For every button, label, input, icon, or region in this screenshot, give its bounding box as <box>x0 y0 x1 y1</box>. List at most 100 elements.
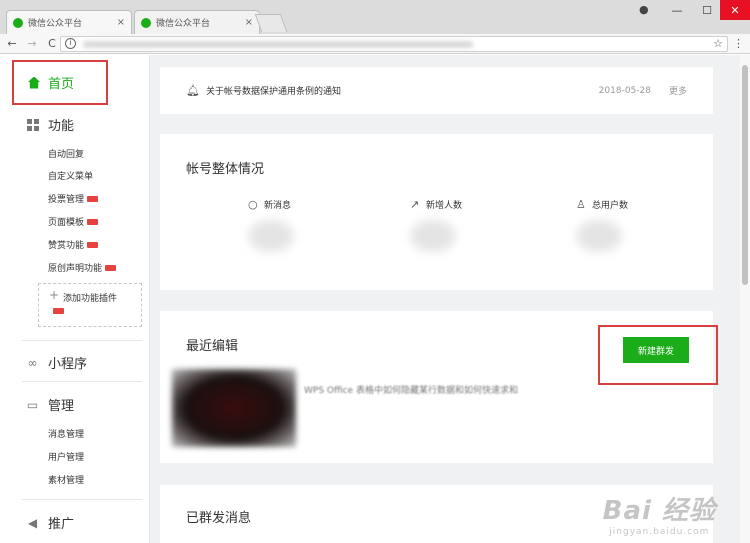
sidebar-item-vote[interactable]: 投票管理 <box>48 192 99 205</box>
stat-label: 总用户数 <box>592 201 629 211</box>
chat-icon: ○ <box>248 198 258 211</box>
watermark-url: jingyan.baidu.com <box>609 527 710 537</box>
sidebar-item-label: 赞赏功能 <box>48 241 85 251</box>
maximize-button[interactable]: ☐ <box>692 0 722 20</box>
sidebar-item-label: 自定义菜单 <box>48 172 94 182</box>
sidebar-item-label: 投票管理 <box>48 195 85 205</box>
notice-more-link[interactable]: 更多 <box>669 84 687 97</box>
stat-value-blurred <box>410 220 456 252</box>
megaphone-icon: ◀ <box>27 515 38 530</box>
article-thumbnail[interactable] <box>172 369 296 447</box>
stat-value-blurred <box>576 220 622 252</box>
sidebar-item-label: 自动回复 <box>48 150 85 160</box>
tab-title: 微信公众平台 <box>156 19 211 29</box>
stat-new-followers[interactable]: ↗ 新增人数 <box>410 198 500 252</box>
page-scrollbar[interactable] <box>740 55 750 543</box>
tab-close-icon[interactable]: × <box>245 17 253 28</box>
sidebar-divider <box>22 381 142 382</box>
new-badge <box>87 195 99 202</box>
notice-text[interactable]: 关于帐号数据保护通用条例的通知 <box>206 84 599 97</box>
tab-title: 微信公众平台 <box>28 19 83 29</box>
sidebar-item-home[interactable]: 首页 <box>12 60 108 105</box>
sidebar-section-label: 管理 <box>48 399 75 414</box>
sidebar-divider <box>22 340 142 341</box>
stat-label: 新增人数 <box>426 201 463 211</box>
notice-date: 2018-05-28 <box>598 85 651 96</box>
scrollbar-thumb[interactable] <box>742 65 748 285</box>
stat-new-messages[interactable]: ○ 新消息 <box>248 198 338 252</box>
new-badge <box>53 308 64 314</box>
stat-label: 新消息 <box>264 201 292 211</box>
tab-wechat-2[interactable]: 微信公众平台 × <box>134 10 260 34</box>
add-plugin-label: 添加功能插件 <box>63 294 118 304</box>
sidebar-item-label: 素材管理 <box>48 476 85 486</box>
stat-total-users[interactable]: ♙ 总用户数 <box>576 198 666 252</box>
account-overview-card: 帐号整体情况 ○ 新消息 ↗ 新增人数 ♙ 总用户数 <box>160 134 713 290</box>
new-tab-button[interactable] <box>254 14 288 32</box>
close-window-button[interactable]: ✕ <box>720 0 750 20</box>
reload-button[interactable]: C <box>44 37 60 50</box>
plus-icon: + <box>49 288 60 302</box>
forward-button[interactable]: → <box>24 37 40 50</box>
sidebar-section-label: 小程序 <box>48 357 88 372</box>
miniprogram-icon: ∞ <box>27 355 38 370</box>
user-icon: ♙ <box>576 198 586 211</box>
sidebar-item-auto-reply[interactable]: 自动回复 <box>48 147 84 160</box>
sidebar-section-promote[interactable]: ◀ 推广 <box>26 513 75 533</box>
sidebar-item-page-template[interactable]: 页面模板 <box>48 215 99 228</box>
watermark-logo: Bai 经验 <box>602 496 716 526</box>
sidebar-item-original[interactable]: 原创声明功能 <box>48 261 117 274</box>
sidebar-section-manage[interactable]: ▭ 管理 <box>26 395 75 415</box>
sidebar-item-materials[interactable]: 素材管理 <box>48 473 84 486</box>
bookmark-star-icon[interactable]: ☆ <box>713 37 723 50</box>
new-broadcast-button[interactable]: 新建群发 <box>623 337 689 363</box>
sidebar-item-label: 用户管理 <box>48 453 85 463</box>
recent-article-title[interactable]: WPS Office 表格中如何隐藏某行数据和如何快速求和 <box>304 383 518 396</box>
sidebar-item-messages[interactable]: 消息管理 <box>48 427 84 440</box>
sidebar-section-label: 推广 <box>48 517 75 532</box>
sidebar-item-reward[interactable]: 赞赏功能 <box>48 238 99 251</box>
sidebar-divider <box>22 499 142 500</box>
site-info-icon[interactable]: i <box>65 38 76 49</box>
url-input[interactable]: i ☆ <box>60 36 728 52</box>
bell-icon: 🔔︎ <box>186 84 200 97</box>
new-badge <box>87 218 99 225</box>
notice-bar[interactable]: 🔔︎ 关于帐号数据保护通用条例的通知 2018-05-28 更多 <box>160 67 713 114</box>
home-icon <box>28 76 40 89</box>
sidebar-item-users[interactable]: 用户管理 <box>48 450 84 463</box>
add-plugin-button[interactable]: + 添加功能插件 <box>38 283 142 327</box>
profile-icon[interactable]: ● <box>639 3 653 17</box>
new-badge <box>87 241 99 248</box>
url-text-blurred <box>83 41 473 48</box>
recent-edits-card: 最近编辑 新建群发 WPS Office 表格中如何隐藏某行数据和如何快速求和 <box>160 311 718 463</box>
sidebar-section-function[interactable]: 功能 <box>26 115 74 134</box>
address-toolbar: ← → C i ☆ ⋮ <box>0 34 750 54</box>
sidebar-section-miniprogram[interactable]: ∞ 小程序 <box>26 353 88 373</box>
main-content: 🔔︎ 关于帐号数据保护通用条例的通知 2018-05-28 更多 帐号整体情况 … <box>150 55 740 543</box>
sidebar-item-label: 消息管理 <box>48 430 85 440</box>
tab-close-icon[interactable]: × <box>117 17 125 28</box>
sidebar-item-label: 首页 <box>48 77 75 92</box>
sent-title: 已群发消息 <box>186 511 252 526</box>
stat-value-blurred <box>248 220 294 252</box>
tab-wechat-1[interactable]: 微信公众平台 × <box>6 10 132 34</box>
sidebar-item-custom-menu[interactable]: 自定义菜单 <box>48 169 93 182</box>
sidebar-item-label: 页面模板 <box>48 218 85 228</box>
sidebar-item-label: 原创声明功能 <box>48 264 103 274</box>
minimize-button[interactable]: — <box>662 0 692 20</box>
recent-title: 最近编辑 <box>186 339 239 354</box>
wechat-favicon-icon <box>13 17 23 28</box>
page-content: 首页 功能 自动回复 自定义菜单 投票管理 页面模板 赞赏功能 原创声明功能 +… <box>0 55 750 543</box>
trend-up-icon: ↗ <box>410 198 420 211</box>
new-badge <box>105 264 117 271</box>
baidu-jingyan-watermark: Bai 经验 jingyan.baidu.com <box>603 490 716 537</box>
sidebar: 首页 功能 自动回复 自定义菜单 投票管理 页面模板 赞赏功能 原创声明功能 +… <box>0 55 150 543</box>
wechat-favicon-icon <box>141 17 151 28</box>
browser-titlebar: 微信公众平台 × 微信公众平台 × ● — ☐ ✕ <box>0 0 750 34</box>
manage-icon: ▭ <box>26 397 39 412</box>
grid-icon <box>26 118 39 131</box>
back-button[interactable]: ← <box>4 37 20 50</box>
overview-title: 帐号整体情况 <box>186 162 265 177</box>
browser-menu-icon[interactable]: ⋮ <box>733 37 744 50</box>
sidebar-section-label: 功能 <box>48 119 75 134</box>
